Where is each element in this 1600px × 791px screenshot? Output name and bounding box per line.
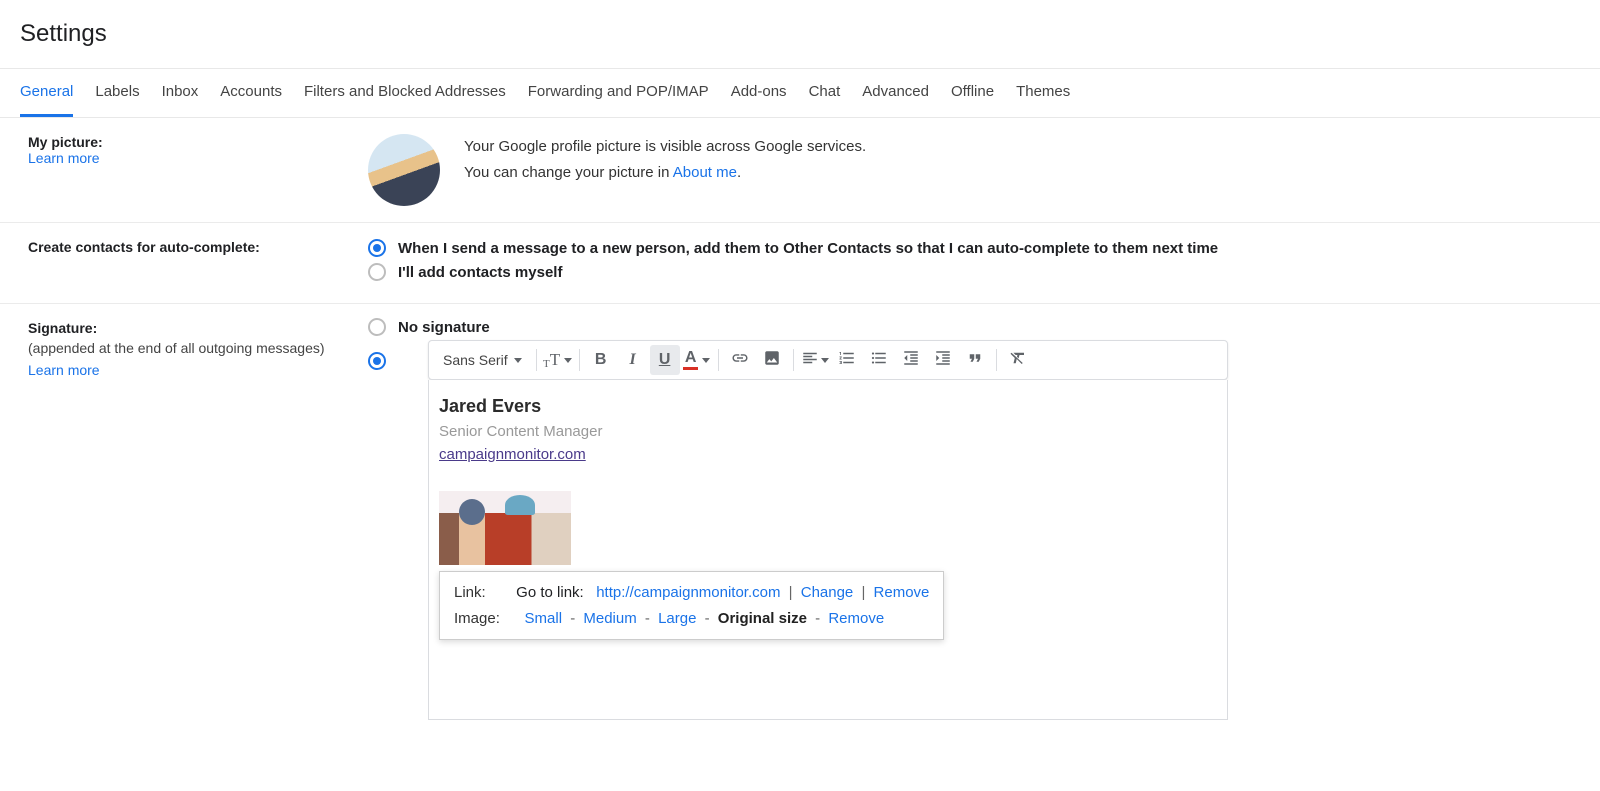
underline-button[interactable]: U [650,345,680,375]
tab-themes[interactable]: Themes [1016,69,1070,117]
section-my-picture: My picture: Learn more Your Google profi… [0,118,1600,223]
signature-radio-custom[interactable] [368,352,386,370]
signature-label: Signature: [28,320,97,336]
bullet-list-icon [870,349,888,371]
signature-toolbar: Sans Serif B I U A [428,340,1228,380]
chevron-down-icon [564,358,572,363]
settings-tabs: General Labels Inbox Accounts Filters an… [0,69,1600,118]
indent-more-button[interactable] [928,345,958,375]
indent-less-icon [902,349,920,371]
quote-icon [966,349,984,371]
image-size-small[interactable]: Small [525,610,563,627]
my-picture-learn-more-link[interactable]: Learn more [28,150,100,166]
insert-image-button[interactable] [757,345,787,375]
popup-image-label: Image: [454,606,512,632]
popup-change-link[interactable]: Change [801,584,854,601]
separator: - [705,610,710,627]
separator: | [861,584,865,601]
about-me-link[interactable]: About me [673,164,737,181]
bold-icon: B [595,351,607,369]
section-signature: Signature: (appended at the end of all o… [0,304,1600,742]
indent-more-icon [934,349,952,371]
image-remove-link[interactable]: Remove [828,610,884,627]
text-color-button[interactable]: A [682,345,712,375]
popup-link-label: Link: [454,580,512,606]
picture-desc-2-pre: You can change your picture in [464,164,673,181]
italic-icon: I [629,351,635,369]
separator: - [645,610,650,627]
numbered-list-button[interactable] [832,345,862,375]
separator [793,349,794,371]
tab-forwarding[interactable]: Forwarding and POP/IMAP [528,69,709,117]
separator [996,349,997,371]
image-size-original[interactable]: Original size [718,610,807,627]
picture-desc-2-post: . [737,164,741,181]
contacts-opt-manual-label: I'll add contacts myself [398,264,562,281]
tab-inbox[interactable]: Inbox [162,69,199,117]
image-icon [763,349,781,371]
popup-remove-link[interactable]: Remove [874,584,930,601]
signature-name: Jared Evers [439,396,1217,417]
create-contacts-label: Create contacts for auto-complete: [28,239,260,255]
numbered-list-icon [838,349,856,371]
underline-icon: U [659,351,671,369]
separator [718,349,719,371]
tab-chat[interactable]: Chat [809,69,841,117]
chevron-down-icon [821,358,829,363]
my-picture-label: My picture: [28,134,103,150]
tab-accounts[interactable]: Accounts [220,69,282,117]
bullet-list-button[interactable] [864,345,894,375]
tab-addons[interactable]: Add-ons [731,69,787,117]
tab-filters[interactable]: Filters and Blocked Addresses [304,69,506,117]
font-size-button[interactable] [543,345,573,375]
separator: - [815,610,820,627]
align-icon [801,349,819,371]
separator [536,349,537,371]
signature-learn-more-link[interactable]: Learn more [28,362,368,378]
popup-goto-label: Go to link: [516,584,584,601]
avatar[interactable] [368,134,440,206]
text-color-icon: A [683,350,699,370]
chevron-down-icon [514,358,522,363]
picture-desc-2: You can change your picture in About me. [464,160,866,186]
tab-advanced[interactable]: Advanced [862,69,929,117]
contacts-opt-auto-label: When I send a message to a new person, a… [398,240,1218,257]
signature-sublabel: (appended at the end of all outgoing mes… [28,340,368,356]
tab-labels[interactable]: Labels [95,69,139,117]
bold-button[interactable]: B [586,345,616,375]
separator: - [570,610,575,627]
picture-desc-1: Your Google profile picture is visible a… [464,134,866,160]
tab-general[interactable]: General [20,69,73,117]
image-size-large[interactable]: Large [658,610,696,627]
contacts-radio-auto[interactable] [368,239,386,257]
popup-url-link[interactable]: http://campaignmonitor.com [596,584,780,601]
signature-opt-none-label: No signature [398,319,490,336]
font-family-dropdown[interactable]: Sans Serif [435,352,530,368]
signature-url-link[interactable]: campaignmonitor.com [439,446,586,463]
quote-button[interactable] [960,345,990,375]
link-icon [731,349,749,371]
remove-formatting-button[interactable] [1003,345,1033,375]
indent-less-button[interactable] [896,345,926,375]
signature-radio-none[interactable] [368,318,386,336]
contacts-radio-manual[interactable] [368,263,386,281]
font-family-label: Sans Serif [443,352,508,368]
image-size-medium[interactable]: Medium [583,610,636,627]
section-create-contacts: Create contacts for auto-complete: When … [0,223,1600,304]
tab-offline[interactable]: Offline [951,69,994,117]
remove-formatting-icon [1009,349,1027,371]
separator: | [789,584,793,601]
link-image-popup: Link: Go to link: http://campaignmonitor… [439,571,944,640]
italic-button[interactable]: I [618,345,648,375]
chevron-down-icon [702,358,710,363]
insert-link-button[interactable] [725,345,755,375]
text-size-icon [543,350,560,370]
signature-image[interactable] [439,491,571,565]
signature-editor[interactable]: Jared Evers Senior Content Manager campa… [428,380,1228,720]
page-title: Settings [0,0,1600,69]
separator [579,349,580,371]
signature-job-title: Senior Content Manager [439,423,1217,440]
align-button[interactable] [800,345,830,375]
